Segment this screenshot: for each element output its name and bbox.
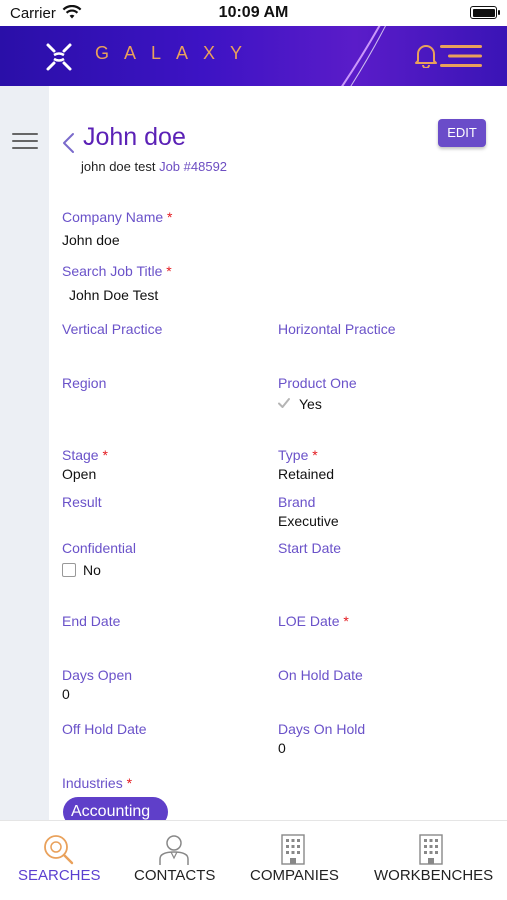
product-one-label: Product One (278, 375, 357, 391)
nav-workbenches-label: WORKBENCHES (374, 867, 494, 884)
search-job-title-value: John Doe Test (69, 287, 159, 303)
confidential-value: No (83, 562, 101, 578)
vertical-practice-label: Vertical Practice (62, 321, 163, 337)
days-open-value: 0 (62, 686, 70, 702)
required-marker: * (312, 447, 318, 463)
horizontal-practice-label: Horizontal Practice (278, 321, 396, 337)
company-name-label-text: Company Name (62, 209, 164, 225)
industries-label: Industries * (62, 775, 132, 791)
company-name-value: John doe (62, 232, 120, 248)
nav-workbenches[interactable]: WORKBENCHES (356, 821, 507, 900)
confidential-checkbox[interactable] (62, 563, 76, 577)
hamburger-menu-icon[interactable] (12, 133, 38, 151)
confidential-label: Confidential (62, 540, 136, 556)
nav-contacts[interactable]: CONTACTS (116, 821, 232, 900)
galaxy-logo-icon (42, 41, 76, 78)
start-date-label: Start Date (278, 540, 342, 556)
menu-icon[interactable] (438, 44, 484, 73)
required-marker: * (343, 613, 349, 629)
stage-label: Stage * (62, 447, 108, 463)
loe-date-label: LOE Date * (278, 613, 349, 629)
brand-label: Brand (278, 494, 316, 510)
nav-searches[interactable]: SEARCHES (0, 821, 116, 900)
job-reference-link[interactable]: Job #48592 (159, 159, 227, 174)
status-bar: Carrier 10:09 AM (0, 0, 507, 26)
back-chevron-icon[interactable] (61, 132, 75, 159)
subtitle-text: john doe test (81, 159, 156, 174)
type-value: Retained (278, 466, 335, 482)
type-label: Type * (278, 447, 318, 463)
nav-searches-label: SEARCHES (18, 867, 101, 884)
required-marker: * (166, 263, 172, 279)
end-date-label: End Date (62, 613, 121, 629)
battery-icon (470, 6, 500, 19)
required-marker: * (126, 775, 133, 791)
brand-value: Executive (278, 513, 339, 529)
status-time: 10:09 AM (218, 4, 289, 21)
record-title: John doe (83, 123, 186, 151)
edit-button[interactable]: EDIT (438, 119, 486, 147)
days-open-label: Days Open (62, 667, 133, 683)
building-icon (280, 833, 306, 870)
stage-label-text: Stage (62, 447, 99, 463)
required-marker: * (167, 209, 173, 225)
app-header: GALAXY (0, 26, 507, 86)
record-detail: John doe john doe test Job #48592 EDIT C… (49, 86, 507, 820)
type-label-text: Type (278, 447, 309, 463)
search-job-title-label-text: Search Job Title (62, 263, 163, 279)
side-rail (0, 86, 49, 820)
required-marker: * (102, 447, 108, 463)
brand-wordmark: GALAXY (95, 43, 258, 63)
result-label: Result (62, 494, 102, 510)
nav-contacts-label: CONTACTS (134, 867, 216, 884)
search-job-title-label: Search Job Title * (62, 263, 172, 279)
days-on-hold-label: Days On Hold (278, 721, 366, 737)
nav-companies-label: COMPANIES (250, 867, 339, 884)
record-subtitle: john doe test Job #48592 (81, 159, 227, 174)
bottom-navigation: SEARCHES CONTACTS COMPANIES WORKBENCHES (0, 820, 507, 900)
region-label: Region (62, 375, 107, 391)
notification-bell-icon[interactable] (414, 42, 438, 73)
light-streak-decoration (341, 26, 386, 86)
nav-companies[interactable]: COMPANIES (232, 821, 356, 900)
stage-value: Open (62, 466, 97, 482)
building-icon (418, 833, 444, 870)
on-hold-date-label: On Hold Date (278, 667, 363, 683)
company-name-label: Company Name * (62, 209, 173, 225)
off-hold-date-label: Off Hold Date (62, 721, 147, 737)
days-on-hold-value: 0 (278, 740, 286, 756)
loe-date-label-text: LOE Date (278, 613, 340, 629)
checkmark-icon (277, 396, 291, 410)
product-one-value: Yes (299, 396, 322, 412)
industries-label-text: Industries (62, 775, 123, 791)
industry-chip[interactable]: Accounting (63, 797, 168, 820)
